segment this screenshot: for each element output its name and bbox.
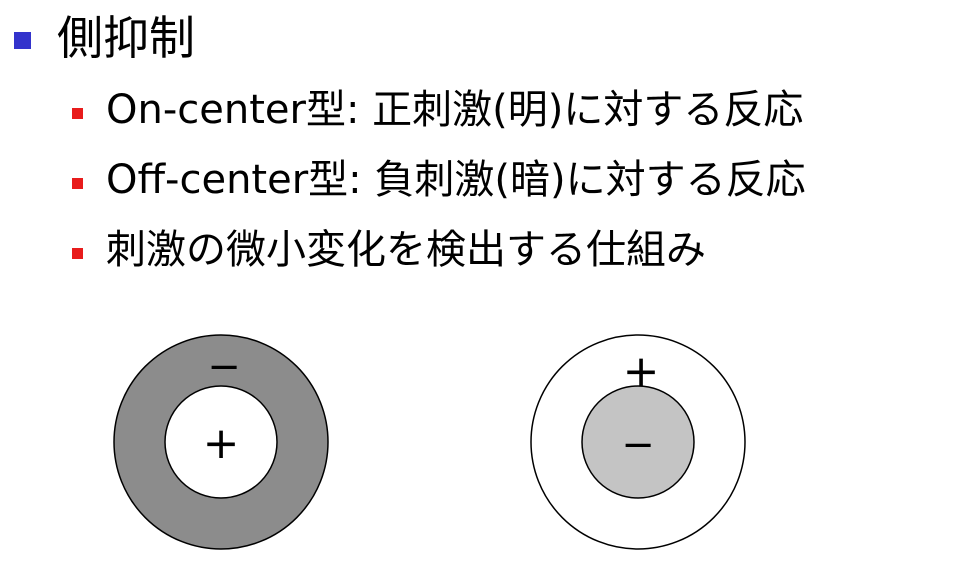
on-center-surround-sign: −: [207, 344, 241, 390]
receptive-field-diagram: − + + −: [113, 334, 746, 550]
on-center-receptive-field: − +: [113, 334, 329, 550]
on-center-center-sign: +: [203, 418, 240, 469]
off-center-surround-sign: +: [623, 346, 660, 397]
off-center-center-sign: −: [621, 422, 655, 468]
off-center-receptive-field: + −: [530, 334, 746, 550]
